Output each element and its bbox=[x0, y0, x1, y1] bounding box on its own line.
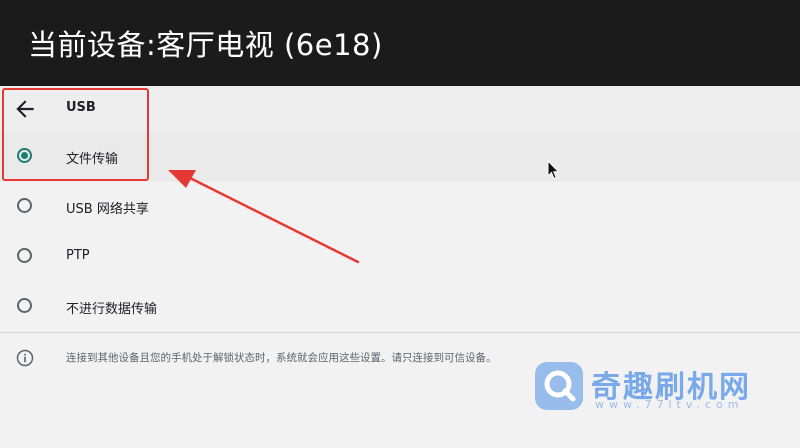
app-header: 当前设备:客厅电视 (6e18) bbox=[0, 0, 800, 86]
info-text: 连接到其他设备且您的手机处于解锁状态时，系统就会应用这些设置。请只连接到可信设备… bbox=[66, 352, 497, 364]
option-label: 不进行数据传输 bbox=[66, 302, 158, 317]
watermark: 奇趣刷机网 www.77itv.com bbox=[533, 360, 798, 416]
option-usb-tethering[interactable]: USB 网络共享 bbox=[0, 182, 800, 232]
mouse-cursor-icon bbox=[547, 160, 560, 180]
option-label: 文件传输 bbox=[66, 152, 119, 167]
info-icon bbox=[16, 349, 34, 367]
watermark-logo-icon bbox=[535, 362, 583, 410]
page-title: 当前设备:客厅电视 (6e18) bbox=[28, 28, 383, 62]
arrow-back-icon[interactable] bbox=[12, 96, 38, 122]
radio-unchecked-icon[interactable] bbox=[17, 198, 32, 213]
radio-unchecked-icon[interactable] bbox=[17, 298, 32, 313]
divider bbox=[0, 332, 800, 333]
option-file-transfer[interactable]: 文件传输 bbox=[0, 132, 800, 182]
option-ptp[interactable]: PTP bbox=[0, 232, 800, 282]
radio-unchecked-icon[interactable] bbox=[17, 248, 32, 263]
watermark-url: www.77itv.com bbox=[595, 398, 744, 411]
toolbar-title: USB bbox=[66, 100, 96, 115]
usb-toolbar: USB bbox=[0, 86, 800, 133]
option-label: PTP bbox=[66, 248, 90, 263]
radio-checked-icon[interactable] bbox=[17, 148, 32, 163]
option-no-data-transfer[interactable]: 不进行数据传输 bbox=[0, 282, 800, 332]
option-label: USB 网络共享 bbox=[66, 202, 149, 217]
